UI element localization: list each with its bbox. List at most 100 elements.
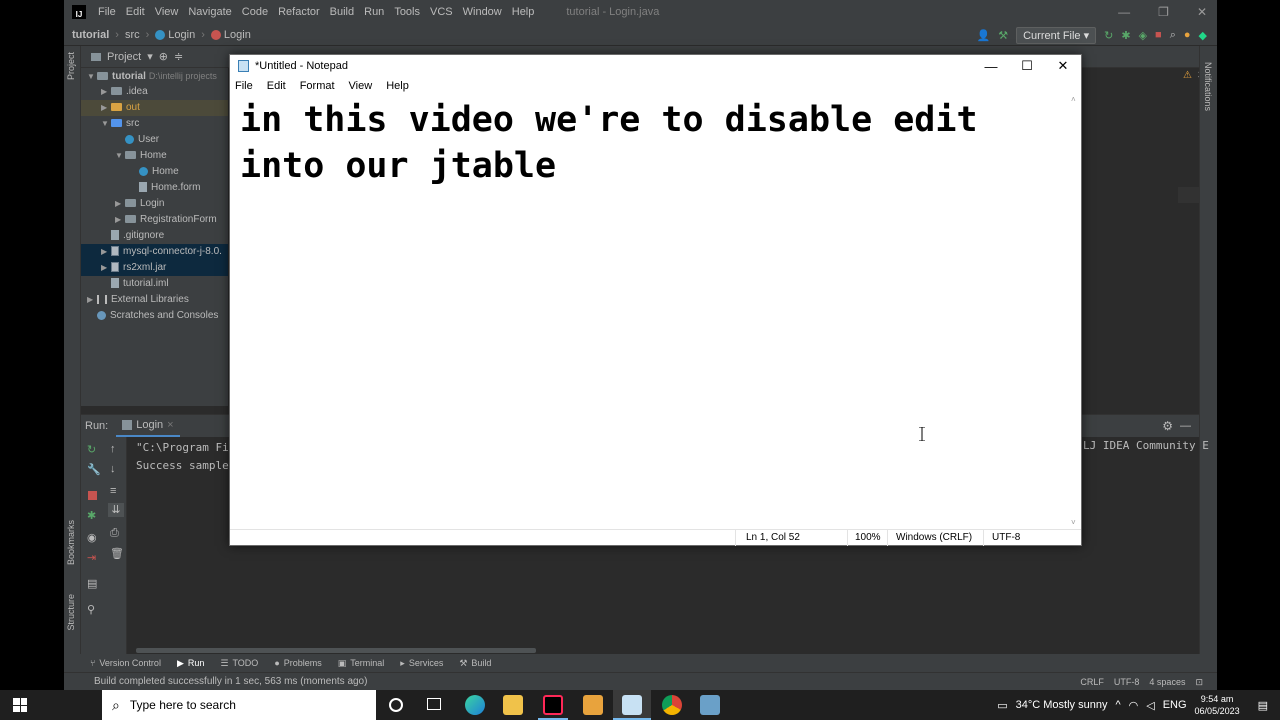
scroll-up-icon[interactable]: ˄ [1071,95,1076,104]
chevron-right-icon[interactable]: ▶ [101,244,111,260]
ide-restore-icon[interactable]: ❐ [1158,5,1169,19]
ide-menu-window[interactable]: Window [463,6,502,18]
weather-text[interactable]: 34°C Mostly sunny [1016,699,1108,711]
scroll-to-end-icon[interactable]: ⇊ [108,503,124,517]
stop-icon[interactable]: ■ [1155,29,1162,41]
start-button[interactable] [0,690,40,720]
wifi-icon[interactable]: ◠ [1129,699,1139,712]
breadcrumb-class[interactable]: Login [155,29,195,41]
ide-menu-view[interactable]: View [155,6,179,18]
run-tab-login[interactable]: Login × [116,415,180,437]
ide-menu-refactor[interactable]: Refactor [278,6,320,18]
status-line-separator[interactable]: CRLF [1080,677,1104,687]
ide-menu-navigate[interactable]: Navigate [188,6,231,18]
taskbar-search-box[interactable]: ⌕ Type here to search [102,690,376,720]
notifications-tool-tab[interactable]: Notifications [1203,62,1213,111]
project-tree-item[interactable]: ▶ Login [81,196,228,212]
jetbrains-icon[interactable]: ◆ [1199,29,1207,42]
intellij-taskbar-icon[interactable] [543,695,563,715]
structure-tool-tab[interactable]: Structure [66,594,76,631]
ide-menu-file[interactable]: File [98,6,116,18]
bookmarks-tool-tab[interactable]: Bookmarks [66,520,76,565]
status-indent[interactable]: 4 spaces [1149,677,1185,687]
project-panel-title[interactable]: Project [107,51,141,63]
ide-menu-edit[interactable]: Edit [126,6,145,18]
update-icon[interactable]: ● [1184,29,1191,41]
soft-wrap-icon[interactable]: ≡ [110,485,116,497]
tool-terminal[interactable]: ▣ Terminal [338,658,385,669]
project-tree-item[interactable]: ▶ .idea [81,84,228,100]
minimize-icon[interactable]: — [973,55,1009,77]
rerun-icon[interactable]: ↻ [87,443,96,456]
project-tree-item[interactable]: tutorial.iml [81,276,228,292]
project-tree-item[interactable]: User [81,132,228,148]
chevron-down-icon[interactable]: ▾ [147,50,153,63]
ide-menu-help[interactable]: Help [512,6,535,18]
scroll-down-icon[interactable]: ˅ [1071,518,1076,527]
stop-icon[interactable] [88,491,97,500]
project-tool-tab[interactable]: Project [66,52,76,80]
coverage-icon[interactable]: ◈ [1139,29,1147,42]
chevron-right-icon[interactable]: ▶ [115,212,125,228]
tool-version-control[interactable]: ⑂ Version Control [90,658,161,668]
notification-center-icon[interactable]: ▤ [1258,699,1268,712]
project-tree-item[interactable]: ▼ src [81,116,228,132]
notepad-menu-file[interactable]: File [235,80,253,92]
project-tree-item[interactable]: ▶ mysql-connector-j-8.0. [81,244,228,260]
notepad-title-bar[interactable]: *Untitled - Notepad — ☐ ✕ [230,55,1081,77]
chrome-icon[interactable] [662,695,682,715]
project-tree-item[interactable]: ▶ External Libraries [81,292,228,308]
close-icon[interactable]: × [167,419,173,431]
ide-menu-build[interactable]: Build [330,6,354,18]
chevron-down-icon[interactable]: ▼ [101,116,111,132]
debug-icon[interactable]: ✱ [1121,29,1130,42]
ide-menu-run[interactable]: Run [364,6,384,18]
build-hammer-icon[interactable]: ⚒ [998,29,1008,42]
notepad-menu-help[interactable]: Help [386,80,409,92]
notepad-text-area[interactable]: in this video we're to disable edit into… [240,97,1060,189]
notepad-taskbar-icon[interactable] [622,695,642,715]
speaker-icon[interactable]: ◁ [1146,699,1154,712]
settings-gear-icon[interactable]: ⚙ [1162,419,1173,433]
user-icon[interactable]: 👤 [977,29,991,42]
ide-minimize-icon[interactable]: — [1118,5,1130,19]
search-icon[interactable]: ⌕ [1170,29,1176,42]
tool-build[interactable]: ⚒ Build [459,658,491,669]
chevron-right-icon[interactable]: ▶ [101,260,111,276]
tool-services[interactable]: ▸ Services [400,658,443,669]
ide-menu-code[interactable]: Code [242,6,268,18]
exit-icon[interactable]: ⇥ [87,551,96,564]
ide-close-icon[interactable]: ✕ [1197,5,1207,19]
taskbar-clock[interactable]: 9:54 am 06/05/2023 [1195,693,1240,717]
ide-menu-vcs[interactable]: VCS [430,6,453,18]
breadcrumb-method[interactable]: Login [210,29,251,41]
project-tree-item[interactable]: Scratches and Consoles [81,308,228,324]
chevron-right-icon[interactable]: ▶ [115,196,125,212]
project-tree-item[interactable]: ▼ tutorial D:\intellij projects [81,68,228,84]
task-view-icon[interactable] [427,698,441,710]
project-tree-item[interactable]: ▶ rs2xml.jar [81,260,228,276]
project-tree-item[interactable]: Home.form [81,180,228,196]
language-indicator[interactable]: ENG [1163,699,1187,711]
chevron-right-icon[interactable]: ▶ [87,292,97,308]
run-config-select[interactable]: Current File ▾ [1016,26,1097,44]
project-tree-item[interactable]: ▼ Home [81,148,228,164]
project-tree-item[interactable]: Home [81,164,228,180]
status-encoding[interactable]: UTF-8 [1114,677,1140,687]
breadcrumb-src[interactable]: src [125,29,140,41]
camera-icon[interactable]: ◉ [87,531,97,544]
file-explorer-icon[interactable] [503,695,523,715]
weather-icon[interactable]: ▭ [997,699,1007,712]
tool-todo[interactable]: ☰ TODO [220,658,258,669]
layout-icon[interactable]: ▤ [87,577,97,590]
rerun-icon[interactable]: ↻ [1104,29,1113,42]
status-message[interactable]: Build completed successfully in 1 sec, 5… [94,676,367,687]
locate-icon[interactable]: ⊕ [159,50,168,63]
arrow-up-icon[interactable]: ↑ [110,443,116,455]
debug-bug-icon[interactable]: ✱ [87,509,96,522]
tool-run[interactable]: ▶ Run [177,658,204,669]
chevron-right-icon[interactable]: ▶ [101,84,111,100]
photos-icon[interactable] [700,695,720,715]
notepad-menu-view[interactable]: View [349,80,373,92]
edge-browser-icon[interactable] [465,695,485,715]
